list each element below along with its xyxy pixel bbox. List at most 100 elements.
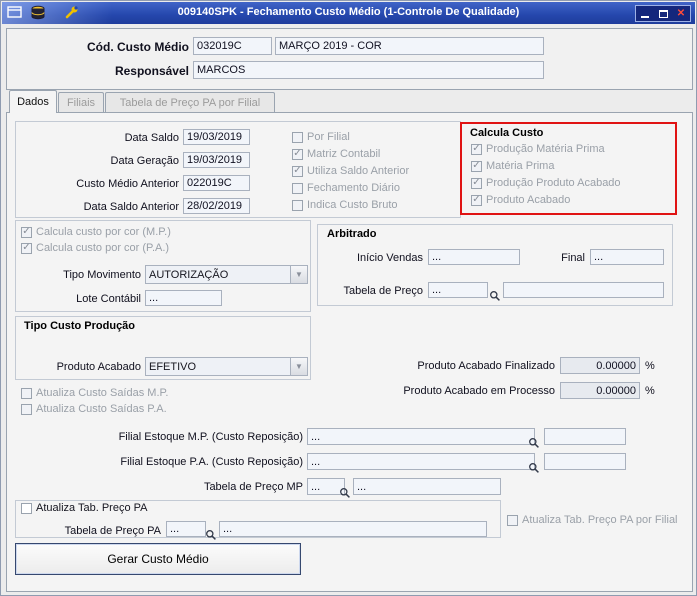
cod-custo-medio-input[interactable]: 032019C	[193, 37, 272, 55]
final-input[interactable]: ...	[590, 249, 664, 265]
checkbox-atualiza-tab-preco-pa[interactable]: Atualiza Tab. Preço PA	[21, 502, 148, 514]
data-saldo-anterior-label: Data Saldo Anterior	[83, 201, 179, 213]
checkbox-calcula-custo-cor-mp: Calcula custo por cor (M.P.)	[21, 226, 171, 238]
filial-estoque-pa-extra-input[interactable]	[544, 453, 626, 470]
cod-custo-medio-label: Cód. Custo Médio	[87, 40, 189, 54]
close-icon: ✕	[676, 7, 686, 19]
lote-contabil-label: Lote Contábil	[76, 293, 141, 305]
checkbox-icon	[471, 177, 482, 189]
checkbox-matriz-contabil: Matriz Contabil	[292, 148, 380, 160]
tipo-movimento-label: Tipo Movimento	[63, 269, 141, 281]
checkbox-icon	[21, 502, 32, 514]
checkbox-calcula-custo-cor-pa: Calcula custo por cor (P.A.)	[21, 242, 169, 254]
checkbox-icon	[21, 226, 32, 238]
tabela-preco-mp-desc-input[interactable]: ...	[353, 478, 501, 495]
checkbox-atualiza-custo-saidas-pa: Atualiza Custo Saídas P.A.	[21, 403, 167, 415]
produto-acabado-finalizado-input[interactable]: 0.00000	[560, 357, 640, 374]
checkbox-atualiza-tab-preco-pa-por-filial: Atualiza Tab. Preço PA por Filial	[507, 514, 678, 526]
maximize-button[interactable]	[655, 7, 671, 20]
minimize-icon	[641, 15, 649, 18]
data-saldo-input[interactable]: 19/03/2019	[183, 129, 250, 145]
checkbox-por-filial: Por Filial	[292, 131, 350, 143]
checkbox-producao-materia-prima: Produção Matéria Prima	[471, 143, 605, 155]
checkbox-label: Utiliza Saldo Anterior	[307, 165, 410, 177]
close-button[interactable]: ✕	[673, 7, 689, 20]
maximize-icon	[658, 9, 668, 18]
checkbox-icon	[292, 199, 303, 211]
checkbox-label: Indica Custo Bruto	[307, 199, 398, 211]
checkbox-atualiza-custo-saidas-mp: Atualiza Custo Saídas M.P.	[21, 387, 168, 399]
tabela-preco-mp-label: Tabela de Preço MP	[203, 481, 303, 493]
checkbox-materia-prima: Matéria Prima	[471, 160, 554, 172]
checkbox-fechamento-diario: Fechamento Diário	[292, 182, 400, 194]
titlebar: 009140SPK - Fechamento Custo Médio (1-Co…	[2, 2, 695, 24]
data-geracao-label: Data Geração	[110, 155, 179, 167]
checkbox-label: Por Filial	[307, 131, 350, 143]
inicio-vendas-input[interactable]: ...	[428, 249, 520, 265]
processo-percent-label: %	[645, 385, 655, 397]
gerar-custo-medio-button[interactable]: Gerar Custo Médio	[15, 543, 301, 575]
data-saldo-label: Data Saldo	[124, 132, 179, 144]
filial-estoque-mp-label: Filial Estoque M.P. (Custo Reposição)	[118, 431, 303, 443]
inicio-vendas-label: Início Vendas	[356, 252, 423, 264]
checkbox-label: Calcula custo por cor (P.A.)	[36, 242, 170, 254]
filial-estoque-mp-lookup-icon[interactable]	[527, 436, 540, 449]
checkbox-produto-acabado: Produto Acabado	[471, 194, 570, 206]
responsavel-label: Responsável	[114, 64, 189, 78]
tab-filiais: Filiais	[58, 92, 104, 113]
checkbox-icon	[471, 160, 482, 172]
dropdown-icon[interactable]: ▼	[290, 358, 307, 375]
filial-estoque-pa-label: Filial Estoque P.A. (Custo Reposição)	[120, 456, 303, 468]
checkbox-icon	[507, 514, 518, 526]
checkbox-indica-custo-bruto: Indica Custo Bruto	[292, 199, 398, 211]
produto-acabado-em-processo-label: Produto Acabado em Processo	[403, 385, 555, 397]
finalizado-percent-label: %	[645, 360, 655, 372]
tipo-movimento-select[interactable]: AUTORIZAÇÃO ▼	[145, 265, 308, 284]
tabela-preco-pa-desc-input[interactable]: ...	[219, 521, 487, 537]
tipo-custo-title: Tipo Custo Produção	[21, 320, 139, 332]
checkbox-icon	[21, 387, 32, 399]
checkbox-label: Matéria Prima	[486, 160, 555, 172]
dropdown-icon[interactable]: ▼	[290, 266, 307, 283]
calcula-custo-title: Calcula Custo	[470, 127, 544, 139]
arbitrado-title: Arbitrado	[324, 228, 380, 240]
responsavel-input[interactable]: MARCOS	[193, 61, 544, 79]
tabela-preco-mp-lookup-icon[interactable]	[338, 486, 351, 499]
checkbox-icon	[292, 131, 303, 143]
tabela-de-preco-desc-input[interactable]	[503, 282, 664, 298]
produto-acabado-em-processo-input[interactable]: 0.00000	[560, 382, 640, 399]
checkbox-label: Atualiza Custo Saídas M.P.	[36, 387, 169, 399]
data-geracao-input[interactable]: 19/03/2019	[183, 152, 250, 168]
window-controls: ✕	[635, 5, 691, 22]
checkbox-icon	[292, 182, 303, 194]
checkbox-label: Produção Produto Acabado	[486, 177, 621, 189]
filial-estoque-mp-extra-input[interactable]	[544, 428, 626, 445]
lote-contabil-input[interactable]: ...	[145, 290, 222, 306]
tabela-preco-pa-code-input[interactable]: ...	[166, 521, 206, 537]
data-saldo-anterior-input[interactable]: 28/02/2019	[183, 198, 250, 214]
checkbox-icon	[21, 242, 32, 254]
checkbox-icon	[471, 143, 482, 155]
window-title: 009140SPK - Fechamento Custo Médio (1-Co…	[177, 6, 520, 18]
custo-medio-anterior-label: Custo Médio Anterior	[76, 178, 179, 190]
checkbox-label: Produto Acabado	[486, 194, 571, 206]
filial-estoque-mp-input[interactable]: ...	[307, 428, 535, 445]
custo-medio-anterior-input[interactable]: 022019C	[183, 175, 250, 191]
checkbox-label: Atualiza Custo Saídas P.A.	[36, 403, 167, 415]
tipo-movimento-value: AUTORIZAÇÃO	[149, 269, 229, 281]
checkbox-utiliza-saldo-anterior: Utiliza Saldo Anterior	[292, 165, 409, 177]
tabela-de-preco-lookup-icon[interactable]	[488, 289, 501, 302]
tab-dados[interactable]: Dados	[9, 90, 57, 113]
checkbox-icon	[292, 148, 303, 160]
checkbox-icon	[21, 403, 32, 415]
tabela-preco-pa-label: Tabela de Preço PA	[64, 525, 161, 537]
tabela-preco-pa-lookup-icon[interactable]	[204, 528, 217, 541]
filial-estoque-pa-input[interactable]: ...	[307, 453, 535, 470]
checkbox-label: Calcula custo por cor (M.P.)	[36, 226, 171, 238]
checkbox-label: Produção Matéria Prima	[486, 143, 605, 155]
minimize-button[interactable]	[637, 7, 653, 20]
filial-estoque-pa-lookup-icon[interactable]	[527, 461, 540, 474]
tabela-de-preco-code-input[interactable]: ...	[428, 282, 488, 298]
cod-custo-medio-desc-input[interactable]: MARÇO 2019 - COR	[275, 37, 544, 55]
produto-acabado-select[interactable]: EFETIVO ▼	[145, 357, 308, 376]
